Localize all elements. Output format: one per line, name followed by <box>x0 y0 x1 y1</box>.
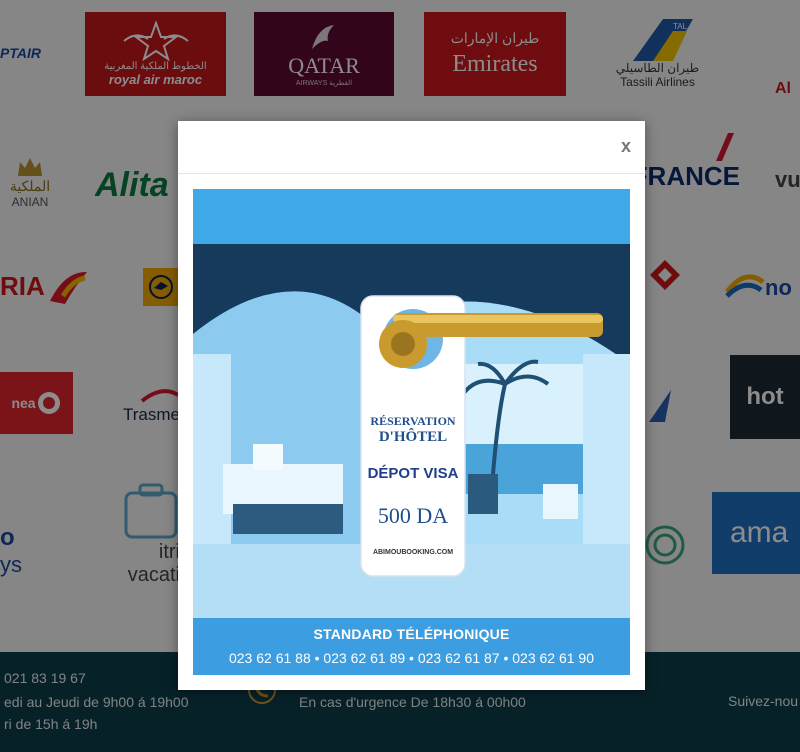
standard-label: STANDARD TÉLÉPHONIQUE <box>313 626 510 642</box>
hanger-title-line1: RÉSERVATION <box>370 414 456 428</box>
hanger-title-line2: D'HÔTEL <box>378 429 448 445</box>
modal-close-button[interactable]: x <box>621 136 631 157</box>
hanger-price: 500 DA <box>377 503 449 528</box>
standard-phone-numbers[interactable]: 023 62 61 88 • 023 62 61 89 • 023 62 61 … <box>193 650 630 666</box>
hotel-promo-banner[interactable]: RÉSERVATION D'HÔTEL DÉPOT VISA 500 DA AB… <box>193 189 630 675</box>
modal-header: x <box>178 121 645 174</box>
promo-modal: x RÉSERVATION D'HÔTEL DÉPOT VISA 500 DA … <box>178 121 645 690</box>
hanger-brand: ABIMOUBOOKING.COM <box>372 549 454 556</box>
hanger-visa-label: DÉPOT VISA <box>367 465 459 482</box>
promo-contact-strip: STANDARD TÉLÉPHONIQUE 023 62 61 88 • 023… <box>193 618 630 675</box>
